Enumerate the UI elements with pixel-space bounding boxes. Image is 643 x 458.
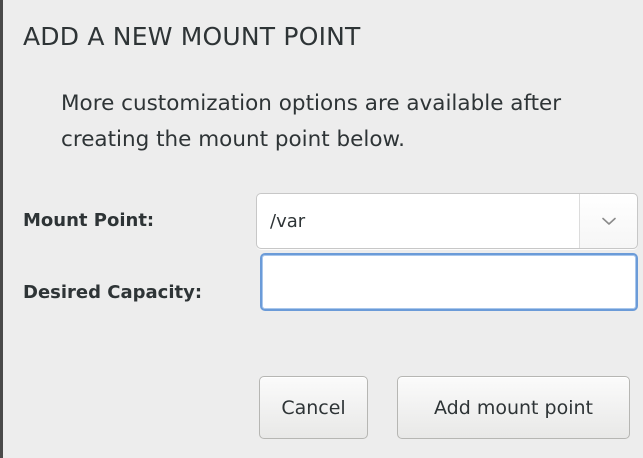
chevron-down-icon (601, 217, 616, 225)
dialog-description: More customization options are available… (61, 91, 562, 152)
desired-capacity-label: Desired Capacity: (23, 282, 203, 303)
mount-point-label: Mount Point: (23, 210, 155, 231)
mount-point-combobox[interactable] (256, 193, 638, 249)
dialog-left-border (0, 0, 3, 458)
desired-capacity-input[interactable] (260, 253, 638, 311)
mount-point-dropdown-button[interactable] (580, 194, 637, 248)
mount-point-input[interactable] (257, 194, 579, 248)
cancel-button[interactable]: Cancel (259, 376, 368, 439)
dialog-title: ADD A NEW MOUNT POINT (23, 22, 361, 51)
add-mount-point-dialog: ADD A NEW MOUNT POINT More customization… (0, 0, 643, 458)
add-mount-point-button[interactable]: Add mount point (397, 376, 630, 439)
